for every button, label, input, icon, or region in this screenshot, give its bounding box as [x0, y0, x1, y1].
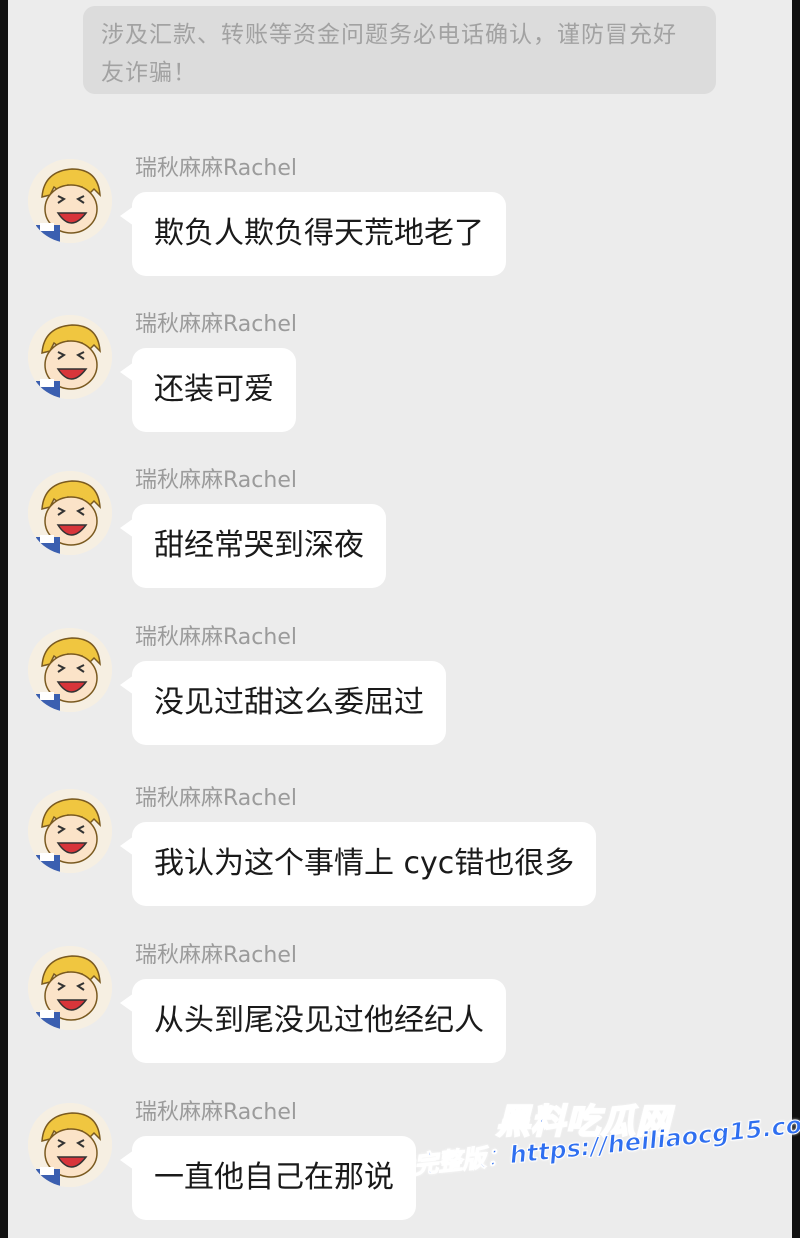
message-bubble[interactable]: 甜经常哭到深夜	[120, 504, 386, 588]
security-notice: 涉及汇款、转账等资金问题务必电话确认，谨防冒充好友诈骗！	[83, 6, 716, 94]
message-bubble[interactable]: 从头到尾没见过他经纪人	[120, 979, 506, 1063]
sender-name: 瑞秋麻麻Rachel	[135, 1100, 297, 1125]
sender-name: 瑞秋麻麻Rachel	[135, 312, 297, 337]
message-item: 瑞秋麻麻Rachel 一直他自己在那说	[28, 1100, 768, 1238]
cartoon-avatar-icon[interactable]	[28, 789, 112, 873]
message-bubble[interactable]: 一直他自己在那说	[120, 1136, 416, 1220]
cartoon-avatar-icon[interactable]	[28, 471, 112, 555]
message-item: 瑞秋麻麻Rachel 我认为这个事情上 cyc错也很多	[28, 786, 768, 926]
cartoon-avatar-icon[interactable]	[28, 315, 112, 399]
message-item: 瑞秋麻麻Rachel 甜经常哭到深夜	[28, 468, 768, 608]
cartoon-avatar-icon[interactable]	[28, 1103, 112, 1187]
sender-name: 瑞秋麻麻Rachel	[135, 943, 297, 968]
sender-name: 瑞秋麻麻Rachel	[135, 786, 297, 811]
message-item: 瑞秋麻麻Rachel 没见过甜这么委屈过	[28, 625, 768, 765]
screen-edge-left	[0, 0, 8, 1238]
message-bubble[interactable]: 没见过甜这么委屈过	[120, 661, 446, 745]
screen-edge-right	[792, 0, 800, 1238]
message-item: 瑞秋麻麻Rachel 欺负人欺负得天荒地老了	[28, 156, 768, 296]
message-bubble[interactable]: 我认为这个事情上 cyc错也很多	[119, 822, 597, 906]
cartoon-avatar-icon[interactable]	[28, 946, 112, 1030]
chat-screen: 涉及汇款、转账等资金问题务必电话确认，谨防冒充好友诈骗！ 瑞秋麻麻Rachel …	[8, 0, 792, 1238]
security-notice-text: 涉及汇款、转账等资金问题务必电话确认，谨防冒充好友诈骗！	[101, 22, 677, 86]
sender-name: 瑞秋麻麻Rachel	[135, 468, 297, 493]
message-item: 瑞秋麻麻Rachel 还装可爱	[28, 312, 768, 452]
cartoon-avatar-icon[interactable]	[28, 159, 112, 243]
cartoon-avatar-icon[interactable]	[28, 628, 112, 712]
message-bubble[interactable]: 欺负人欺负得天荒地老了	[120, 192, 506, 276]
message-bubble[interactable]: 还装可爱	[120, 348, 296, 432]
message-item: 瑞秋麻麻Rachel 从头到尾没见过他经纪人	[28, 943, 768, 1083]
sender-name: 瑞秋麻麻Rachel	[135, 625, 297, 650]
sender-name: 瑞秋麻麻Rachel	[135, 156, 297, 181]
